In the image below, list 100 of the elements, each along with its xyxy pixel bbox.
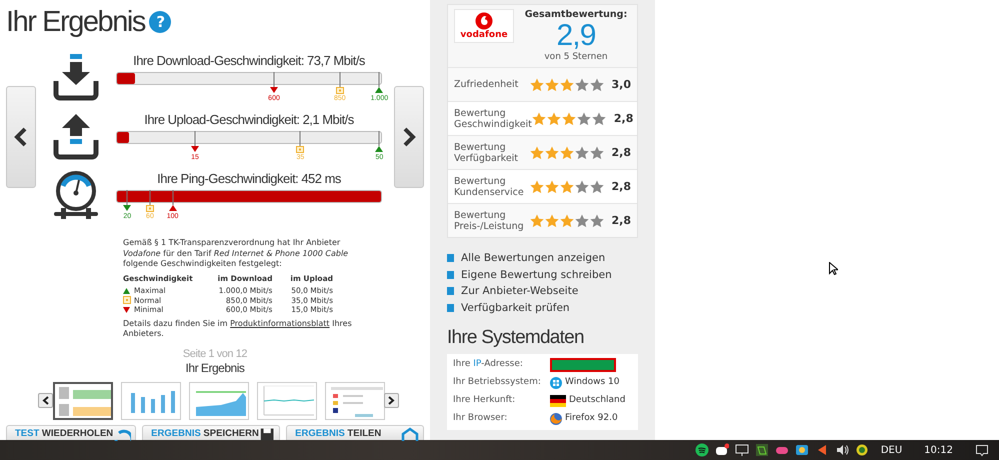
system-value: Deutschland [569,394,626,408]
threshold-marker [375,131,384,153]
star-icon [530,78,544,92]
volume-icon[interactable] [834,443,849,457]
music-app-icon[interactable] [694,443,709,457]
star-icon [530,146,544,160]
threshold-marker [270,72,278,94]
star-icon [574,180,588,194]
overall-score: 2,9 [555,21,596,51]
page-title: Ihr Ergebnis [6,6,145,38]
save-icon [258,427,276,441]
threshold-marker [336,72,344,94]
star-icon [560,214,574,228]
rating-scale: von 5 Sternen [543,51,609,63]
action-button[interactable]: ERGEBNIS SPEICHERN [142,425,280,440]
speed-title: Ihre Upload-Geschwindigkeit: 2,1 Mbit/s [143,111,355,129]
star-icon [574,78,588,92]
app-icon[interactable] [754,443,769,457]
threshold-marker [191,131,199,153]
mouse-pointer-icon [829,262,838,275]
threshold-marker [146,190,154,212]
info-sheet-link[interactable]: Produktinformationsblatt [230,318,330,328]
star-icon [544,214,558,228]
next-button[interactable] [394,86,424,188]
star-icon [590,146,604,160]
system-label: Ihre IP-Adresse: [453,358,524,372]
bullet-icon [447,254,454,262]
star-icon [560,78,574,92]
thumbnail-next-button[interactable] [384,392,399,408]
slide-thumbnail[interactable] [52,382,112,420]
rating-value: 2,8 [612,181,631,192]
globe-app-icon[interactable] [854,443,869,457]
thumbnail-previous-button[interactable] [38,392,53,408]
redacted-value [550,358,616,372]
sidebar-link[interactable]: Verfügbarkeit prüfen [461,300,570,316]
clock[interactable]: 10:12 [924,442,953,458]
system-label: Ihr Betriebssystem: [453,376,542,390]
windows-logo-icon [550,377,562,389]
rating-label: Bewertung Verfügbarkeit [454,142,520,164]
star-icon [532,112,546,126]
rating-value: 2,8 [612,215,631,226]
star-icon [530,214,544,228]
details-text: Details dazu finden Sie im Produktinformationsblatt Ihres Anbieters. [123,318,353,340]
chevron-left-icon [42,396,49,404]
star-icon [576,112,591,126]
star-icon [544,180,558,194]
previous-button[interactable] [6,86,36,188]
sidebar-link[interactable]: Eigene Bewertung schreiben [461,266,612,283]
threshold-marker [296,131,304,153]
speed-title: Ihre Download-Geschwindigkeit: 73,7 Mbit/s [132,52,366,70]
star-icon [562,112,576,126]
page-indicator: Seite 1 von 12 [182,348,248,360]
threshold-marker [168,190,177,212]
help-icon[interactable]: ? [148,11,171,33]
chevron-right-icon [388,396,395,404]
speed-title: Ihre Ping-Geschwindigkeit: 452 ms [156,170,342,188]
chevron-left-icon [14,127,28,147]
rating-value: 3,0 [612,79,631,90]
rating-value: 2,8 [612,147,631,158]
bullet-icon [447,270,454,279]
share-icon [401,427,419,441]
section-title: Ihre Systemdaten [447,326,585,350]
gauge-icon [51,171,101,221]
rating-label: Zufriedenheit [454,79,520,90]
sidebar-link[interactable]: Alle Bewertungen anzeigen [461,250,606,266]
star-icon [590,180,604,194]
rating-value: 2,8 [614,113,634,124]
bullet-icon [447,304,454,312]
action-button[interactable]: ERGEBNIS TEILEN [286,425,424,440]
slide-title: Ihr Ergebnis [184,360,246,376]
flag-icon [550,395,566,407]
download-tray-icon [51,53,101,103]
monitor-icon[interactable] [734,443,749,457]
star-icon [560,146,574,160]
notification-icon[interactable] [975,443,989,457]
upload-tray-icon [51,112,101,162]
system-value: Windows 10 [565,376,620,390]
rating-label: Bewertung Geschwindigkeit [454,108,532,130]
star-icon [546,112,561,126]
threshold-marker [123,190,132,212]
star-icon [544,78,558,92]
star-icon [590,214,604,228]
colorful-app-icon[interactable] [794,443,809,457]
refresh-icon [113,427,132,441]
star-icon [530,180,544,194]
action-button[interactable]: TEST WIEDERHOLEN [6,425,136,440]
system-label: Ihr Browser: [453,412,508,426]
language-indicator[interactable]: DEU [880,442,902,458]
speech-mark-logo-icon [475,12,493,30]
star-icon [574,214,588,228]
star-icon [544,146,558,160]
chat-app-icon[interactable] [714,443,729,457]
star-icon [560,180,574,194]
bullet-icon [447,287,454,296]
star-icon [590,78,604,92]
browser-globe-icon [550,413,562,425]
rating-label: Bewertung Preis-/Leistung [454,210,525,232]
sidebar-link[interactable]: Zur Anbieter-Webseite [461,283,578,300]
threshold-marker [375,72,384,94]
provider-logo: vodafone [454,9,514,43]
